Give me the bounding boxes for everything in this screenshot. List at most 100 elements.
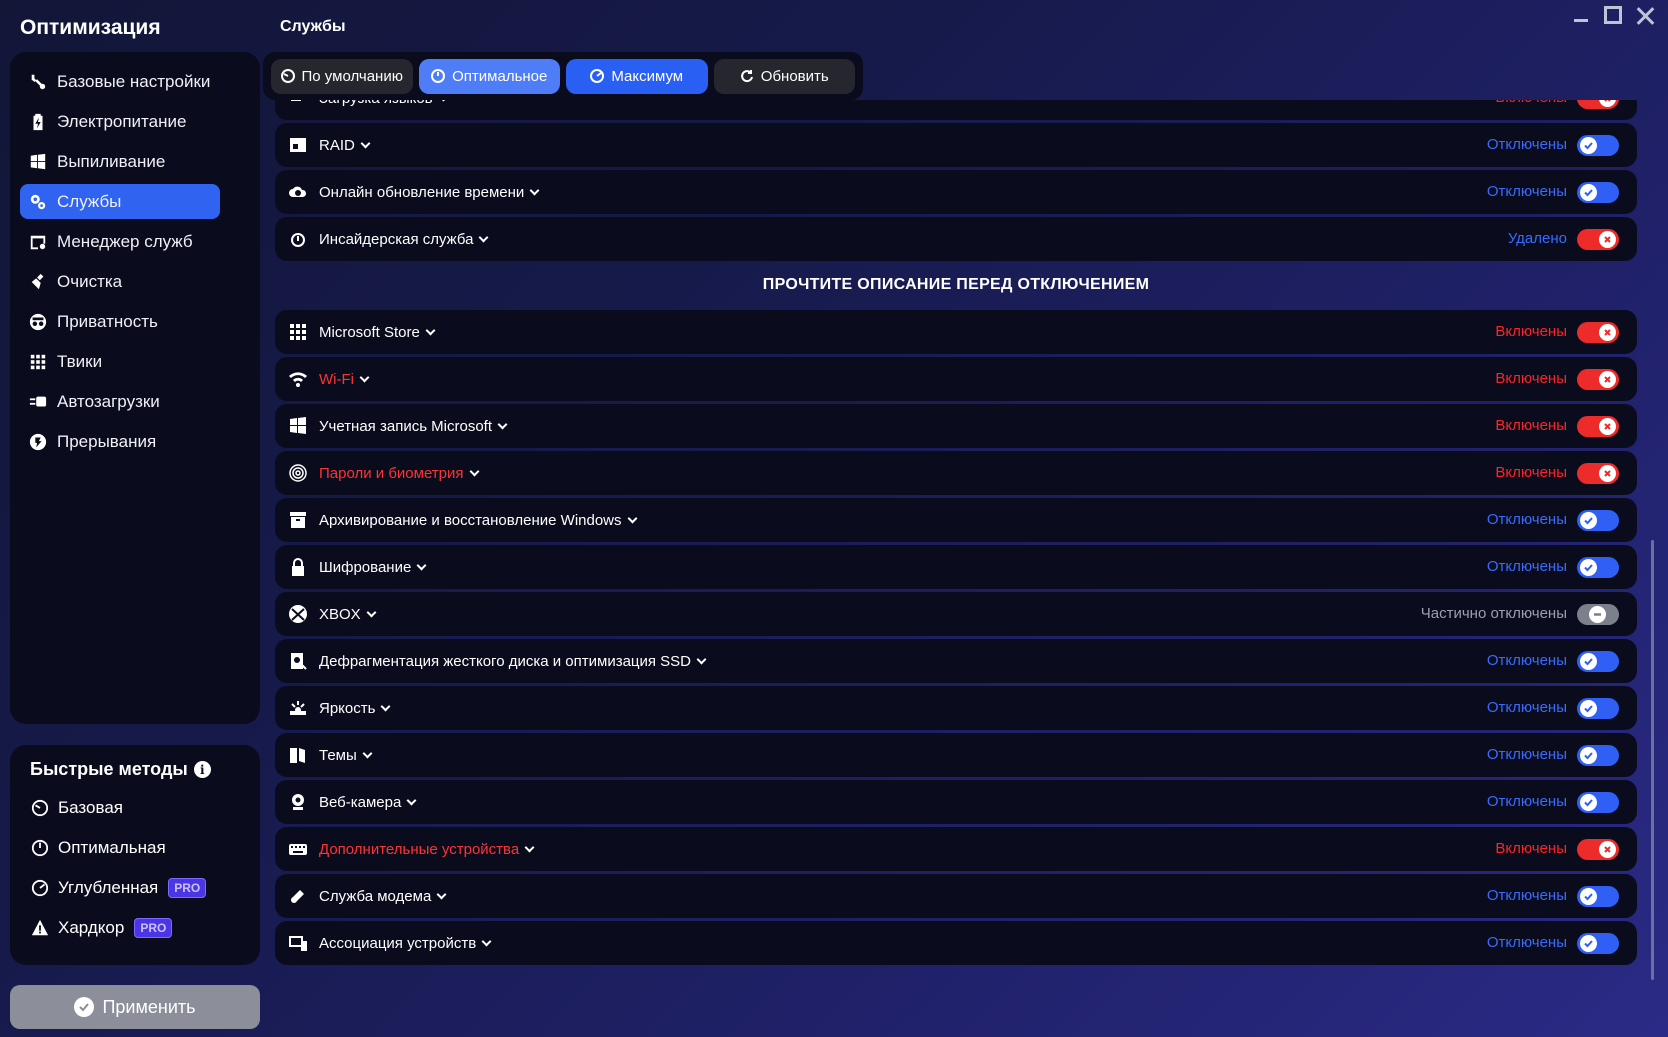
service-name[interactable]: Microsoft Store: [319, 324, 420, 341]
preset-default-button[interactable]: По умолчанию: [271, 58, 413, 94]
preset-max-button[interactable]: Максимум: [566, 58, 708, 94]
service-row[interactable]: Учетная запись Microsoft Включены: [275, 404, 1637, 448]
chevron-down-icon[interactable]: [359, 372, 370, 382]
service-name[interactable]: Ассоциация устройств: [319, 935, 476, 952]
service-row[interactable]: Microsoft Store Включены: [275, 310, 1637, 354]
service-toggle[interactable]: [1577, 651, 1619, 672]
quick-method-hardcore[interactable]: Хардкор PRO: [30, 908, 240, 948]
service-row[interactable]: Пароли и биометрия Включены: [275, 451, 1637, 495]
sidebar-item-interrupts[interactable]: Прерывания: [20, 424, 250, 459]
service-name[interactable]: RAID: [319, 137, 355, 154]
service-toggle[interactable]: [1577, 135, 1619, 156]
minimize-icon[interactable]: [1572, 6, 1590, 24]
apply-button[interactable]: Применить: [10, 985, 260, 1029]
refresh-button[interactable]: Обновить: [713, 58, 855, 94]
service-name[interactable]: Онлайн обновление времени: [319, 184, 524, 201]
service-row[interactable]: Дополнительные устройства Включены: [275, 827, 1637, 871]
service-toggle[interactable]: [1577, 933, 1619, 954]
service-row[interactable]: XBOX Частично отключены: [275, 592, 1637, 636]
check-icon: [1580, 512, 1597, 529]
chevron-down-icon[interactable]: [481, 936, 492, 946]
sidebar-item-privacy[interactable]: Приватность: [20, 304, 250, 339]
chevron-down-icon[interactable]: [529, 185, 540, 195]
service-name[interactable]: Дефрагментация жесткого диска и оптимиза…: [319, 653, 691, 670]
service-row[interactable]: Архивирование и восстановление Windows От…: [275, 498, 1637, 542]
chevron-down-icon[interactable]: [362, 748, 373, 758]
close-icon[interactable]: [1636, 6, 1654, 24]
service-row[interactable]: Инсайдерская служба Удалено: [275, 217, 1637, 261]
service-row[interactable]: Дефрагментация жесткого диска и оптимиза…: [275, 639, 1637, 683]
service-toggle[interactable]: [1577, 604, 1619, 625]
service-name[interactable]: Служба модема: [319, 888, 431, 905]
service-name[interactable]: Яркость: [319, 700, 375, 717]
service-row[interactable]: Ассоциация устройств Отключены: [275, 921, 1637, 965]
service-toggle[interactable]: [1577, 182, 1619, 203]
chevron-down-icon[interactable]: [425, 325, 436, 335]
service-name[interactable]: Загрузка языков: [319, 100, 433, 107]
maximize-icon[interactable]: [1604, 6, 1622, 24]
preset-optimal-button[interactable]: Оптимальное: [418, 58, 560, 94]
service-row[interactable]: Шифрование Отключены: [275, 545, 1637, 589]
sidebar-item-tweaks[interactable]: Твики: [20, 344, 250, 379]
chevron-down-icon[interactable]: [524, 842, 535, 852]
service-name[interactable]: Пароли и биометрия: [319, 465, 464, 482]
sidebar-item-power[interactable]: Электропитание: [20, 104, 250, 139]
service-row[interactable]: Онлайн обновление времени Отключены: [275, 170, 1637, 214]
service-name[interactable]: Шифрование: [319, 559, 411, 576]
chevron-down-icon[interactable]: [360, 138, 371, 148]
sidebar-item-autostart[interactable]: Автозагрузки: [20, 384, 250, 419]
app-title: Оптимизация: [20, 16, 161, 39]
chevron-down-icon[interactable]: [380, 701, 391, 711]
chevron-down-icon[interactable]: [627, 513, 637, 523]
service-toggle[interactable]: [1577, 886, 1619, 907]
check-icon: [1580, 184, 1597, 201]
scrollbar[interactable]: [1651, 540, 1654, 980]
quick-method-advanced[interactable]: Углубленная PRO: [30, 868, 240, 908]
service-name[interactable]: XBOX: [319, 606, 361, 623]
service-name[interactable]: Wi-Fi: [319, 371, 354, 388]
chevron-down-icon[interactable]: [416, 560, 427, 570]
service-name[interactable]: Инсайдерская служба: [319, 231, 473, 248]
service-toggle[interactable]: [1577, 416, 1619, 437]
service-toggle[interactable]: [1577, 100, 1619, 109]
service-row[interactable]: Яркость Отключены: [275, 686, 1637, 730]
quick-method-optimal[interactable]: Оптимальная: [30, 828, 240, 868]
service-toggle[interactable]: [1577, 557, 1619, 578]
chevron-down-icon[interactable]: [469, 466, 479, 476]
service-row[interactable]: Служба модема Отключены: [275, 874, 1637, 918]
service-row[interactable]: RAID Отключены: [275, 123, 1637, 167]
service-name[interactable]: Дополнительные устройства: [319, 841, 519, 858]
chevron-down-icon[interactable]: [696, 654, 707, 664]
chevron-down-icon[interactable]: [436, 889, 447, 899]
chevron-down-icon[interactable]: [406, 795, 417, 805]
service-toggle[interactable]: [1577, 369, 1619, 390]
service-toggle[interactable]: [1577, 322, 1619, 343]
service-name[interactable]: Архивирование и восстановление Windows: [319, 512, 622, 529]
chevron-down-icon[interactable]: [497, 419, 508, 429]
service-toggle[interactable]: [1577, 792, 1619, 813]
service-name[interactable]: Темы: [319, 747, 357, 764]
windows-icon: [28, 152, 48, 172]
service-row[interactable]: Загрузка языков Включены: [275, 100, 1637, 120]
service-name[interactable]: Учетная запись Microsoft: [319, 418, 492, 435]
service-toggle[interactable]: [1577, 698, 1619, 719]
quick-method-basic[interactable]: Базовая: [30, 788, 240, 828]
info-icon[interactable]: i: [193, 761, 211, 778]
sidebar-item-services[interactable]: Службы: [20, 184, 220, 219]
service-row[interactable]: Темы Отключены: [275, 733, 1637, 777]
service-toggle[interactable]: [1577, 510, 1619, 531]
service-toggle[interactable]: [1577, 463, 1619, 484]
service-toggle[interactable]: [1577, 839, 1619, 860]
chevron-down-icon[interactable]: [366, 607, 377, 617]
sidebar-item-cleanup[interactable]: Очистка: [20, 264, 250, 299]
service-row[interactable]: Веб-камера Отключены: [275, 780, 1637, 824]
chevron-down-icon[interactable]: [479, 232, 489, 242]
service-row[interactable]: Wi-Fi Включены: [275, 357, 1637, 401]
sidebar-item-debloat[interactable]: Выпиливание: [20, 144, 250, 179]
sidebar-item-basic-settings[interactable]: Базовые настройки: [20, 64, 250, 99]
service-toggle[interactable]: [1577, 229, 1619, 250]
chevron-down-icon[interactable]: [438, 100, 449, 101]
service-toggle[interactable]: [1577, 745, 1619, 766]
sidebar-item-service-manager[interactable]: Менеджер служб: [20, 224, 250, 259]
service-name[interactable]: Веб-камера: [319, 794, 401, 811]
